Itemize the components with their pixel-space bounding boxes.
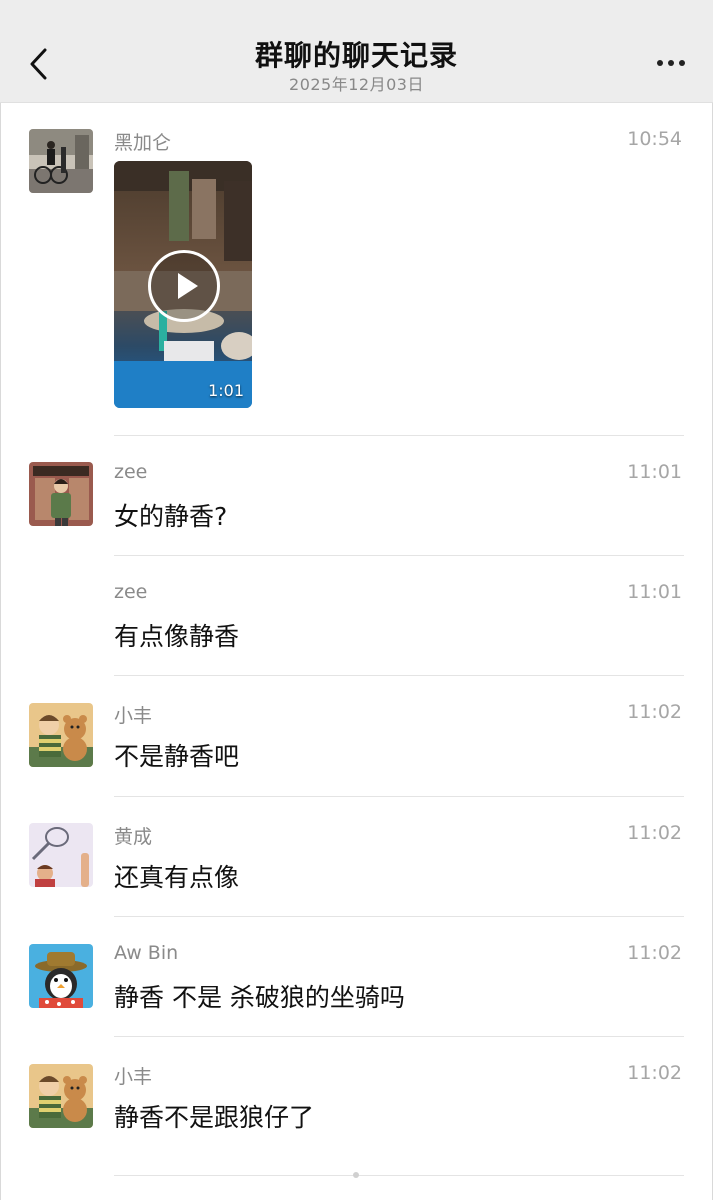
sender-name: Aw Bin: [114, 942, 179, 964]
sender-name: 小丰: [114, 705, 153, 727]
page-title: 群聊的聊天记录: [254, 39, 458, 72]
video-duration: 1:01: [208, 381, 244, 400]
message-time: 11:02: [627, 942, 682, 964]
message-time: 11:01: [627, 461, 682, 483]
message-text: 还真有点像: [114, 863, 240, 892]
avatar[interactable]: [29, 1064, 93, 1128]
dot-icon: [679, 60, 685, 66]
penguin-with-hat-icon: [29, 944, 93, 1008]
message-time: 11:01: [627, 581, 682, 603]
message-divider: [114, 796, 684, 797]
avatar[interactable]: [29, 823, 93, 887]
dot-icon: [668, 60, 674, 66]
message-text: 静香 不是 杀破狼的坐骑吗: [114, 983, 405, 1012]
message-time: 11:02: [627, 1062, 682, 1084]
video-message[interactable]: 1:01: [114, 161, 252, 408]
message-time: 11:02: [627, 822, 682, 844]
play-button[interactable]: [148, 250, 220, 322]
message-divider: [114, 435, 684, 436]
more-options-button[interactable]: [651, 48, 691, 78]
message-time: 10:54: [627, 128, 682, 150]
boy-with-teddy-bear-icon: [29, 1064, 93, 1128]
anime-man-window-icon: [29, 462, 93, 526]
avatar[interactable]: [29, 944, 93, 1008]
message-text: 不是静香吧: [114, 742, 240, 771]
message-divider: [114, 1175, 684, 1176]
hand-holding-racket-icon: [29, 823, 93, 887]
message-text: 静香不是跟狼仔了: [114, 1103, 315, 1132]
message-divider: [114, 675, 684, 676]
sender-name: 黄成: [114, 826, 153, 848]
message-divider: [114, 916, 684, 917]
boy-with-teddy-bear-icon: [29, 703, 93, 767]
message-text: 有点像静香: [114, 622, 240, 651]
message-divider: [114, 555, 684, 556]
cyclist-street-photo-icon: [29, 129, 93, 193]
message-divider: [114, 1036, 684, 1037]
message-time: 11:02: [627, 701, 682, 723]
dot-icon: [657, 60, 663, 66]
sender-name: zee: [114, 461, 148, 483]
sender-name: 黑加仑: [114, 132, 172, 154]
avatar[interactable]: [29, 703, 93, 767]
page-date: 2025年12月03日: [289, 75, 424, 94]
message-text: 女的静香?: [114, 502, 228, 531]
sender-name: zee: [114, 581, 148, 603]
nav-header: 群聊的聊天记录 2025年12月03日: [0, 0, 713, 103]
avatar[interactable]: [29, 462, 93, 526]
scroll-indicator: [353, 1172, 359, 1178]
frame-left-border: [0, 0, 1, 1200]
avatar[interactable]: [29, 129, 93, 193]
play-icon: [178, 273, 198, 299]
sender-name: 小丰: [114, 1066, 153, 1088]
